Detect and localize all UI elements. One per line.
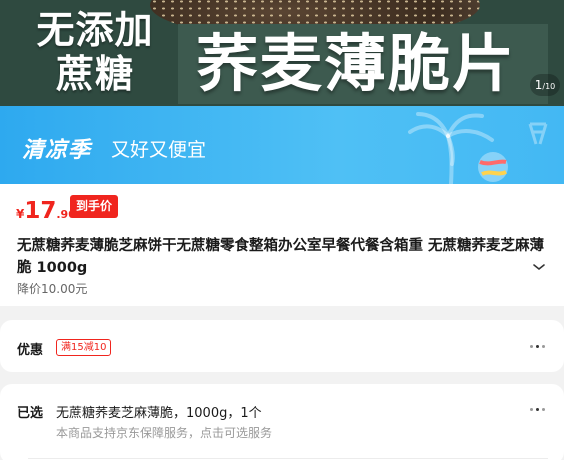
selected-spec-row[interactable] bbox=[0, 384, 564, 460]
hero-title: 荞麦薄脆片 bbox=[196, 27, 517, 100]
beach-ball-icon bbox=[478, 152, 508, 182]
more-dots-icon[interactable] bbox=[530, 344, 550, 350]
coupon-tag[interactable]: 满15减10 bbox=[56, 339, 112, 356]
selected-label: 已选 bbox=[17, 406, 44, 421]
service-note: 本商品支持京东保障服务，点击可选服务 bbox=[56, 426, 273, 440]
hero-left-line2: 蔗糖 bbox=[55, 52, 134, 96]
beach-chair-icon bbox=[528, 122, 548, 145]
counter-total: /10 bbox=[542, 82, 556, 91]
product-detail-page: 无添加 蔗糖 荞麦薄脆片 1/10 清凉季 又好又便宜 ¥17.90 到手价 无… bbox=[0, 0, 564, 460]
product-image-carousel[interactable]: 无添加 蔗糖 荞麦薄脆片 1/10 bbox=[0, 0, 564, 106]
coupon-label: 优惠 bbox=[17, 343, 44, 358]
promo-banner[interactable]: 清凉季 又好又便宜 bbox=[0, 106, 564, 184]
hero-left-line1: 无添加 bbox=[36, 8, 154, 52]
promo-slogan: 又好又便宜 bbox=[111, 139, 207, 161]
price-drop-label: 降价10.00元 bbox=[17, 282, 88, 296]
image-page-counter: 1/10 bbox=[530, 74, 560, 96]
final-price: ¥17.90 bbox=[16, 198, 76, 224]
chevron-down-icon[interactable] bbox=[532, 262, 546, 272]
selected-spec-value: 无蔗糖荞麦芝麻薄脆，1000g，1个 bbox=[56, 406, 262, 421]
promo-season: 清凉季 bbox=[22, 138, 92, 163]
product-title: 无蔗糖荞麦薄脆芝麻饼干无蔗糖零食整箱办公室早餐代餐含箱重 无蔗糖荞麦芝麻薄脆 1… bbox=[17, 238, 545, 276]
divider bbox=[28, 458, 548, 459]
hero-no-sugar-text: 无添加 蔗糖 bbox=[20, 8, 170, 96]
more-dots-icon[interactable] bbox=[530, 407, 550, 413]
final-price-tag: 到手价 bbox=[70, 195, 119, 218]
price-integer: 17 bbox=[24, 198, 57, 224]
